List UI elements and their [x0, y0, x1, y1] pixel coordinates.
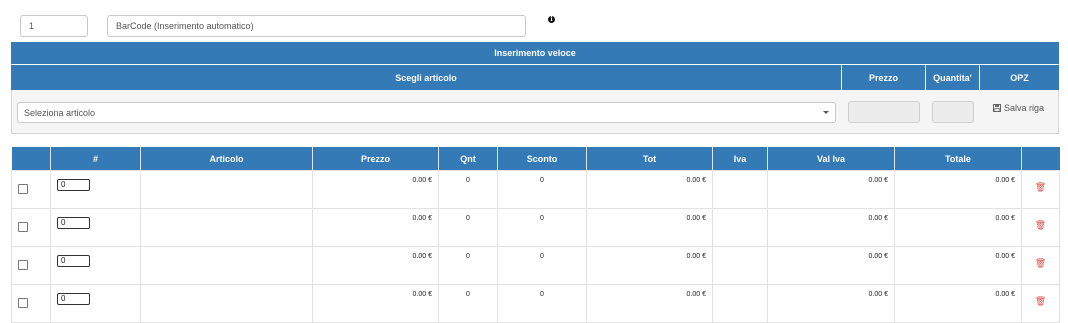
discount-cell: 0 [497, 208, 587, 247]
trash-icon[interactable]: 🗑 [1022, 247, 1059, 269]
save-row-label: Salva riga [1004, 103, 1045, 113]
qnt-cell: 0 [438, 208, 498, 247]
quantity-input[interactable]: 1 [20, 15, 88, 37]
qnt-cell: 0 [438, 170, 498, 209]
row-select-cell [11, 284, 51, 323]
article-select[interactable]: Seleziona articolo [17, 102, 836, 123]
row-select-cell [11, 246, 51, 285]
table-row: 0 0.00 €0 0 0.00 €0.00 €0.00 € 🗑 [11, 170, 1060, 209]
qnt-cell: 0 [438, 284, 498, 323]
actions-cell: 🗑 [1021, 170, 1060, 209]
val-iva-cell: 0.00 € [767, 284, 895, 323]
iva-cell [712, 284, 768, 323]
val-iva-cell: 0.00 € [767, 208, 895, 247]
total-cell: 0.00 € [894, 284, 1022, 323]
position-cell: 0 [50, 246, 141, 285]
price-cell: 0.00 € [312, 284, 439, 323]
iva-cell [712, 170, 768, 209]
header-actions [1021, 147, 1060, 171]
article-cell [140, 284, 313, 323]
article-cell [140, 246, 313, 285]
price-input[interactable] [848, 101, 920, 123]
position-input[interactable]: 0 [57, 293, 90, 305]
header-price: Prezzo [842, 65, 925, 90]
row-checkbox[interactable] [18, 260, 28, 270]
tot-cell: 0.00 € [586, 284, 713, 323]
header-position: # [50, 147, 141, 171]
total-cell: 0.00 € [894, 208, 1022, 247]
val-iva-cell: 0.00 € [767, 170, 895, 209]
actions-cell: 🗑 [1021, 284, 1060, 323]
trash-icon[interactable]: 🗑 [1022, 171, 1059, 193]
header-opz: OPZ [980, 65, 1059, 90]
header-qnt: Qnt [438, 147, 498, 171]
items-table: # Articolo Prezzo Qnt Sconto Tot Iva Val… [11, 147, 1060, 323]
total-cell: 0.00 € [894, 246, 1022, 285]
tot-cell: 0.00 € [586, 246, 713, 285]
price-cell: 0.00 € [312, 208, 439, 247]
position-input[interactable]: 0 [57, 255, 90, 267]
actions-cell: 🗑 [1021, 246, 1060, 285]
quick-insert-title: Inserimento veloce [11, 42, 1059, 64]
iva-cell [712, 208, 768, 247]
tot-cell: 0.00 € [586, 170, 713, 209]
barcode-input[interactable]: BarCode (Inserimento automatico) [107, 15, 526, 37]
position-cell: 0 [50, 170, 141, 209]
iva-cell [712, 246, 768, 285]
row-checkbox[interactable] [18, 184, 28, 194]
header-select [11, 147, 51, 171]
total-cell: 0.00 € [894, 170, 1022, 209]
article-select-placeholder: Seleziona articolo [24, 107, 96, 118]
trash-icon[interactable]: 🗑 [1022, 285, 1059, 307]
actions-cell: 🗑 [1021, 208, 1060, 247]
header-val-iva: Val Iva [767, 147, 895, 171]
tot-cell: 0.00 € [586, 208, 713, 247]
discount-cell: 0 [497, 246, 587, 285]
quantity-field[interactable] [932, 101, 974, 123]
table-row: 0 0.00 €0 0 0.00 €0.00 €0.00 € 🗑 [11, 246, 1060, 285]
article-cell [140, 170, 313, 209]
discount-cell: 0 [497, 284, 587, 323]
val-iva-cell: 0.00 € [767, 246, 895, 285]
info-icon[interactable]: i [548, 16, 555, 23]
header-choose-article: Scegli articolo [11, 65, 841, 90]
row-select-cell [11, 170, 51, 209]
header-total: Totale [894, 147, 1022, 171]
floppy-disk-icon [993, 104, 1001, 112]
table-row: 0 0.00 €0 0 0.00 €0.00 €0.00 € 🗑 [11, 208, 1060, 247]
header-tot: Tot [586, 147, 713, 171]
header-price: Prezzo [312, 147, 439, 171]
qnt-cell: 0 [438, 246, 498, 285]
save-row-button[interactable]: Salva riga [993, 102, 1044, 114]
header-quantity: Quantita' [926, 65, 979, 90]
price-cell: 0.00 € [312, 246, 439, 285]
caret-down-icon [823, 111, 829, 114]
barcode-placeholder: BarCode (Inserimento automatico) [116, 21, 254, 31]
quantity-value: 1 [29, 21, 35, 31]
header-iva: Iva [712, 147, 768, 171]
header-discount: Sconto [497, 147, 587, 171]
table-header-row: # Articolo Prezzo Qnt Sconto Tot Iva Val… [11, 147, 1060, 171]
article-cell [140, 208, 313, 247]
table-row: 0 0.00 €0 0 0.00 €0.00 €0.00 € 🗑 [11, 284, 1060, 323]
price-cell: 0.00 € [312, 170, 439, 209]
position-cell: 0 [50, 208, 141, 247]
trash-icon[interactable]: 🗑 [1022, 209, 1059, 231]
position-input[interactable]: 0 [57, 179, 90, 191]
position-cell: 0 [50, 284, 141, 323]
header-article: Articolo [140, 147, 313, 171]
row-checkbox[interactable] [18, 222, 28, 232]
row-select-cell [11, 208, 51, 247]
discount-cell: 0 [497, 170, 587, 209]
position-input[interactable]: 0 [57, 217, 90, 229]
